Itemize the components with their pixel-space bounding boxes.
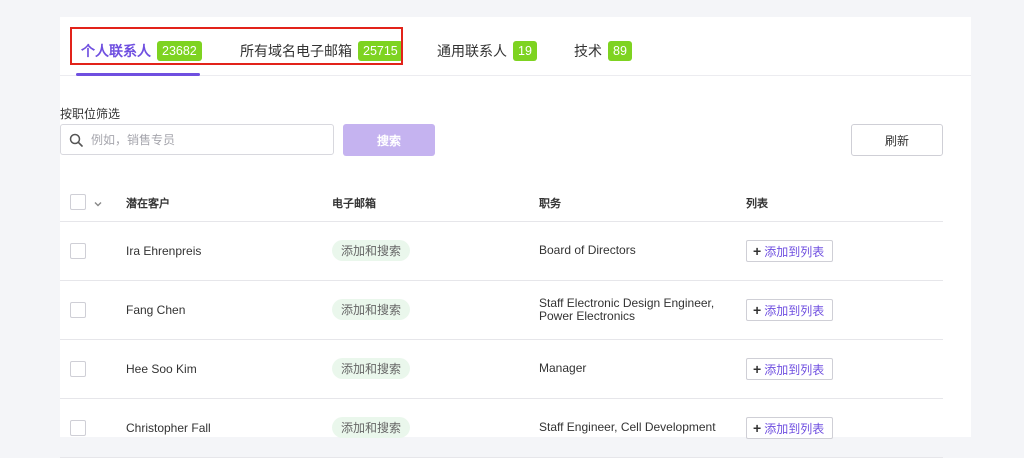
table-row: Christopher Fall 添加和搜索 Staff Engineer, C…	[60, 399, 943, 458]
add-to-list-label: 添加到列表	[764, 421, 825, 436]
table-row: Ira Ehrenpreis 添加和搜索 Board of Directors …	[60, 222, 943, 281]
row-checkbox[interactable]	[70, 243, 86, 259]
plus-icon: +	[753, 420, 762, 436]
search-icon	[69, 133, 83, 147]
plus-icon: +	[753, 361, 762, 377]
add-to-list-button[interactable]: + 添加到列表	[746, 240, 834, 262]
add-to-list-label: 添加到列表	[764, 244, 825, 259]
header-list: 列表	[746, 198, 768, 210]
header-lead: 潜在客户	[126, 198, 170, 210]
add-to-list-button[interactable]: + 添加到列表	[746, 417, 834, 439]
tab-label: 通用联系人	[437, 43, 507, 59]
job-title: Board of Directors	[539, 243, 636, 257]
header-title: 职务	[539, 198, 561, 210]
tab-bar: 个人联系人 23682 所有域名电子邮箱 25715 通用联系人 19 技术 8…	[60, 17, 971, 76]
search-input[interactable]	[89, 131, 333, 148]
lead-name: Hee Soo Kim	[126, 362, 197, 376]
count-badge: 19	[513, 41, 537, 61]
row-checkbox[interactable]	[70, 420, 86, 436]
job-title: Manager	[539, 361, 587, 375]
add-to-list-label: 添加到列表	[764, 362, 825, 377]
add-and-search-email[interactable]: 添加和搜索	[332, 417, 411, 438]
table-header: 潜在客户 电子邮箱 职务 列表	[60, 185, 943, 222]
job-title: Staff Electronic Design Engineer, Power …	[539, 296, 715, 323]
table-row: Fang Chen 添加和搜索 Staff Electronic Design …	[60, 281, 943, 340]
refresh-button[interactable]: 刷新	[851, 124, 943, 156]
add-and-search-email[interactable]: 添加和搜索	[332, 299, 411, 320]
count-badge: 89	[608, 41, 632, 61]
search-button[interactable]: 搜索	[343, 124, 435, 156]
add-to-list-label: 添加到列表	[764, 303, 825, 318]
job-title: Staff Engineer, Cell Development	[539, 420, 716, 434]
plus-icon: +	[753, 243, 762, 259]
row-checkbox[interactable]	[70, 302, 86, 318]
row-checkbox[interactable]	[70, 361, 86, 377]
tab-technology[interactable]: 技术 89	[574, 41, 632, 61]
lead-name: Christopher Fall	[126, 421, 211, 435]
add-and-search-email[interactable]: 添加和搜索	[332, 240, 411, 261]
job-title-search-field[interactable]	[60, 124, 334, 155]
chevron-down-icon[interactable]	[93, 196, 103, 207]
tab-label: 技术	[574, 43, 602, 59]
select-all-checkbox[interactable]	[70, 194, 86, 210]
header-email: 电子邮箱	[332, 198, 376, 210]
plus-icon: +	[753, 302, 762, 318]
lead-name: Fang Chen	[126, 303, 186, 317]
active-tab-indicator	[76, 73, 200, 76]
add-and-search-email[interactable]: 添加和搜索	[332, 358, 411, 379]
lead-name: Ira Ehrenpreis	[126, 244, 202, 258]
add-to-list-button[interactable]: + 添加到列表	[746, 358, 834, 380]
filter-label: 按职位筛选	[60, 107, 121, 121]
add-to-list-button[interactable]: + 添加到列表	[746, 299, 834, 321]
tab-generic-contacts[interactable]: 通用联系人 19	[437, 41, 537, 61]
highlight-box	[70, 27, 403, 65]
table-row: Hee Soo Kim 添加和搜索 Manager + 添加到列表	[60, 340, 943, 399]
contacts-panel: 个人联系人 23682 所有域名电子邮箱 25715 通用联系人 19 技术 8…	[60, 17, 971, 458]
